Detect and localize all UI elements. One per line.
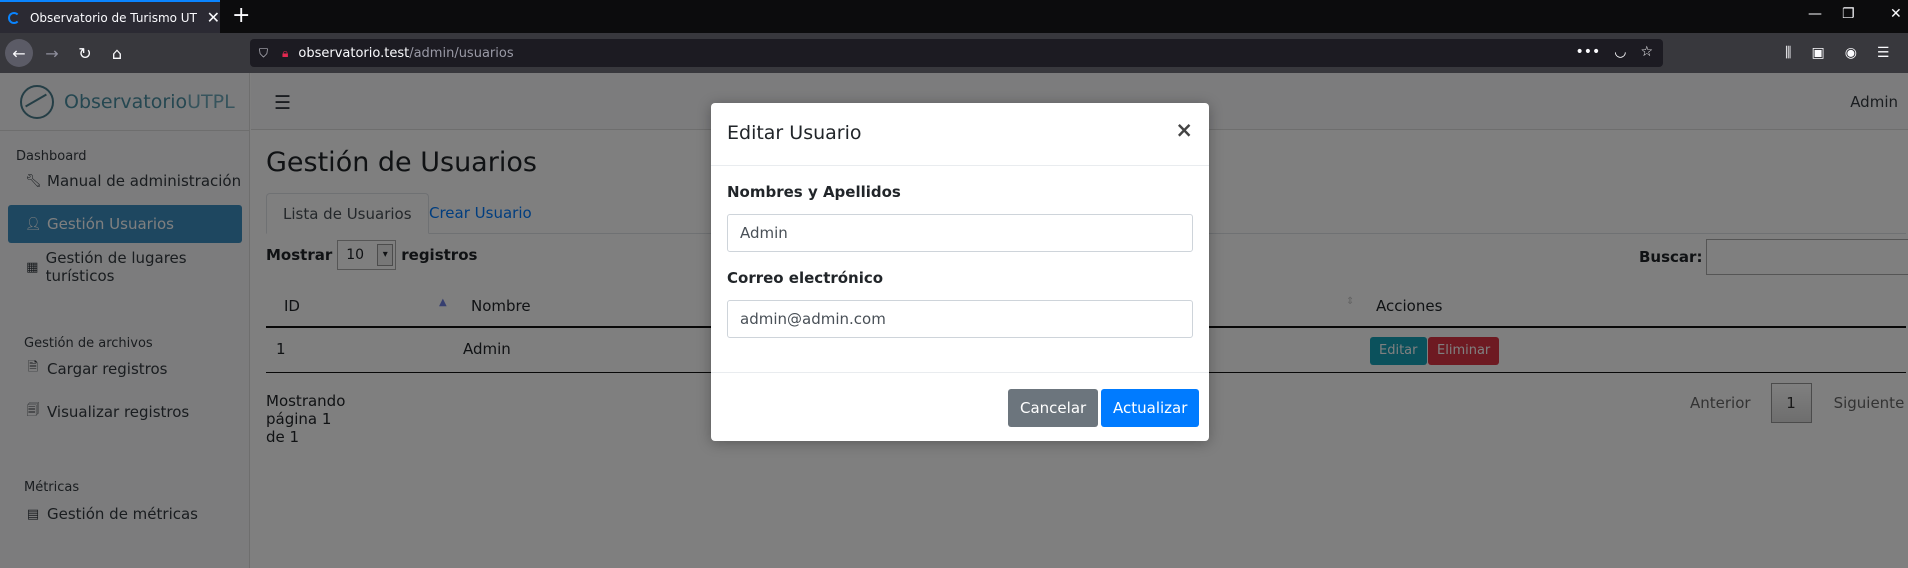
browser-tab[interactable]: Observatorio de Turismo UTPL ✕ — [0, 0, 220, 33]
more-icon[interactable]: ••• — [1575, 44, 1600, 60]
url-host: observatorio.test — [298, 45, 410, 61]
reload-icon[interactable]: ↻ — [71, 39, 99, 67]
update-button[interactable]: Actualizar — [1101, 389, 1200, 427]
forward-icon[interactable]: → — [38, 39, 66, 67]
minimize-icon[interactable]: — — [1808, 6, 1822, 22]
close-icon[interactable]: × — [1175, 118, 1193, 142]
browser-nav-bar: ← → ↻ ⌂ ⛉ 🔒︎ observatorio.test/admin/usu… — [0, 33, 1908, 73]
bookmark-star-icon[interactable]: ☆ — [1640, 44, 1653, 60]
browser-tab-title: Observatorio de Turismo UTPL — [29, 10, 197, 25]
email-field[interactable] — [727, 300, 1193, 338]
edit-user-modal: Editar Usuario × Nombres y Apellidos Cor… — [711, 103, 1209, 441]
address-bar[interactable]: ⛉ 🔒︎ observatorio.test/admin/usuarios ••… — [250, 39, 1663, 67]
insecure-lock-icon[interactable]: 🔒︎ — [282, 46, 288, 61]
name-label: Nombres y Apellidos — [727, 183, 901, 201]
shield-icon[interactable]: ⛉ — [259, 46, 273, 60]
back-icon[interactable]: ← — [5, 39, 33, 67]
home-icon[interactable]: ⌂ — [103, 39, 131, 67]
menu-icon[interactable]: ☰ — [1877, 45, 1890, 61]
sidebar-toggle-icon[interactable]: ▣ — [1811, 45, 1824, 61]
cancel-button[interactable]: Cancelar — [1008, 389, 1099, 427]
modal-title: Editar Usuario — [727, 122, 862, 144]
pocket-icon[interactable]: ◡ — [1614, 44, 1626, 60]
name-field[interactable] — [727, 214, 1193, 252]
url-actions: ••• ◡ ☆ — [1575, 44, 1653, 60]
loading-icon — [8, 11, 20, 24]
modal-header: Editar Usuario × — [711, 103, 1209, 166]
account-icon[interactable]: ◉ — [1845, 45, 1857, 61]
close-tab-icon[interactable]: ✕ — [207, 8, 220, 27]
toolbar-icons: ⫼ ▣ ◉ ☰ — [1785, 45, 1889, 61]
url-path: /admin/usuarios — [409, 45, 514, 61]
url-text[interactable]: observatorio.test/admin/usuarios — [298, 46, 513, 61]
email-label: Correo electrónico — [727, 269, 884, 287]
modal-body: Nombres y Apellidos Correo electrónico — [711, 166, 1209, 373]
new-tab-icon[interactable]: + — [232, 4, 250, 28]
library-icon[interactable]: ⫼ — [1785, 45, 1791, 61]
window-close-icon[interactable]: ✕ — [1890, 6, 1902, 22]
modal-footer: Cancelar Actualizar — [711, 373, 1209, 440]
browser-tab-strip: Observatorio de Turismo UTPL ✕ + — ❐ ✕ — [0, 0, 1908, 33]
restore-icon[interactable]: ❐ — [1842, 6, 1855, 22]
